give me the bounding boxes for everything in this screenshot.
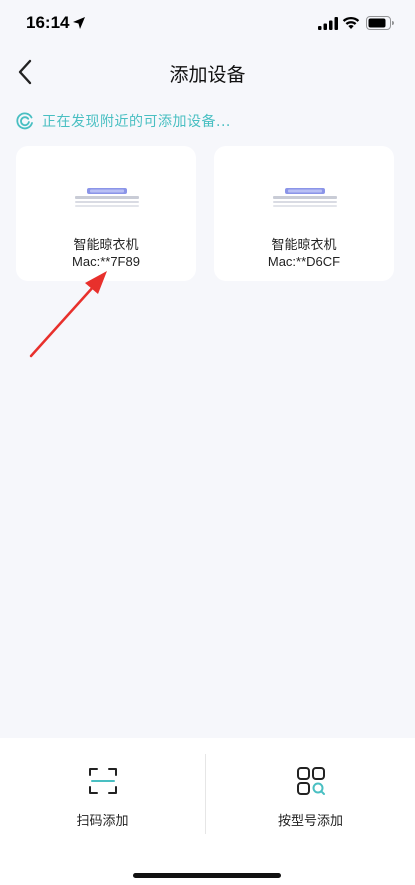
battery-icon [366, 16, 394, 30]
scan-add-label: 扫码添加 [76, 814, 129, 829]
device-card[interactable]: 智能晾衣机 Mac:**7F89 [16, 146, 196, 281]
status-bar: 16:14 [0, 0, 415, 48]
add-by-model-label: 按型号添加 [277, 814, 343, 829]
header: 添加设备 [0, 48, 415, 96]
add-by-model-button[interactable]: 按型号添加 [208, 762, 413, 842]
status-time: 16:14 [26, 13, 70, 32]
scan-add-button[interactable]: 扫码添加 [0, 762, 205, 842]
device-mac: Mac:**D6CF [267, 254, 341, 269]
grid-search-icon [296, 767, 325, 795]
wifi-icon [342, 16, 360, 29]
device-card[interactable]: 智能晾衣机 Mac:**D6CF [214, 146, 394, 281]
page-title: 添加设备 [169, 64, 246, 86]
divider [205, 754, 206, 834]
scan-status: 正在发现附近的可添加设备... [16, 110, 231, 132]
home-indicator [133, 873, 281, 878]
device-name: 智能晾衣机 [271, 238, 337, 253]
cellular-signal-icon [318, 17, 338, 30]
scanning-spinner-icon [16, 112, 33, 130]
scan-frame-icon [88, 768, 117, 794]
device-mac: Mac:**7F89 [72, 254, 140, 269]
scan-status-text: 正在发现附近的可添加设备... [42, 114, 231, 130]
clothes-dryer-icon [75, 188, 139, 207]
location-arrow-icon [73, 17, 85, 29]
bottom-action-bar: 扫码添加 按型号添加 [0, 738, 415, 885]
clothes-dryer-icon [273, 188, 337, 207]
device-name: 智能晾衣机 [73, 238, 139, 253]
